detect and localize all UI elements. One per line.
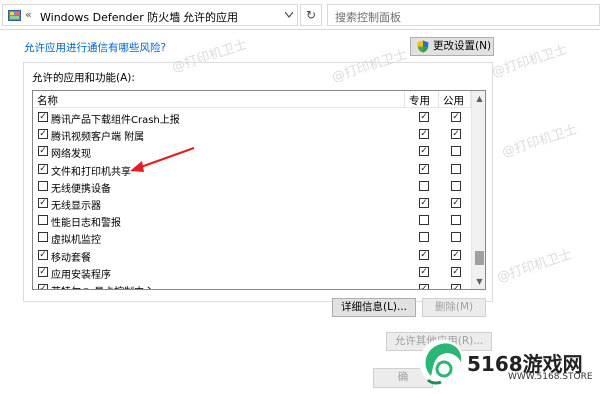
uac-shield-icon xyxy=(417,40,429,53)
site-logo: 5168游戏网 WWW.5168.STORE xyxy=(415,334,600,394)
private-checkbox[interactable]: ✓ xyxy=(419,163,429,174)
breadcrumb-firewall[interactable]: Windows Defender 防火墙 xyxy=(40,9,180,25)
column-header-private[interactable]: 专用 xyxy=(409,93,430,108)
list-item[interactable]: 无线便携设备 xyxy=(33,178,471,195)
list-header: 名称 专用 公用 xyxy=(33,91,471,108)
public-checkbox[interactable]: ✓ xyxy=(451,283,461,289)
public-checkbox[interactable] xyxy=(451,232,461,243)
annotation-arrow-icon xyxy=(130,146,195,172)
public-checkbox[interactable] xyxy=(451,146,461,157)
app-name-label: 无线显示器 xyxy=(51,200,101,212)
column-divider xyxy=(438,91,439,108)
control-panel-icon xyxy=(8,10,21,21)
list-item[interactable]: ✓英特尔® 显卡控制中心✓✓ xyxy=(33,281,471,289)
public-checkbox[interactable]: ✓ xyxy=(451,112,461,122)
allowed-apps-title: 允许的应用和功能(A): xyxy=(32,72,135,84)
private-checkbox[interactable]: ✓ xyxy=(419,112,429,122)
list-item[interactable]: 性能日志和警报 xyxy=(33,212,471,229)
app-name-label: 移动套餐 xyxy=(51,252,91,264)
enable-checkbox[interactable]: ✓ xyxy=(38,146,48,157)
public-checkbox[interactable]: ✓ xyxy=(451,197,461,208)
delete-button[interactable]: 删除(M) xyxy=(422,298,486,317)
private-checkbox[interactable]: ✓ xyxy=(419,129,429,140)
private-checkbox[interactable] xyxy=(419,180,429,191)
enable-checkbox[interactable]: ✓ xyxy=(38,129,48,140)
scroll-down-icon[interactable]: ▼ xyxy=(472,274,485,289)
enable-checkbox[interactable]: ✓ xyxy=(38,163,48,174)
public-checkbox[interactable] xyxy=(451,163,461,174)
list-item[interactable]: ✓ 应用安装程序 ✓ ✓ xyxy=(33,264,471,281)
app-name-label: 腾讯产品下载组件Crash上报 xyxy=(51,115,180,126)
enable-checkbox[interactable]: ✓ xyxy=(38,283,48,289)
app-name-label: 无线便携设备 xyxy=(51,183,111,195)
list-item[interactable]: ✓ 网络发现 ✓ xyxy=(33,143,471,160)
logo-mark-icon xyxy=(419,339,465,385)
address-bar: « Windows Defender 防火墙 › 允许的应用 ↻ 搜索控制面板 xyxy=(0,0,600,30)
details-button[interactable]: 详细信息(L)... xyxy=(332,298,416,317)
list-item[interactable]: ✓ 无线显示器 ✓ ✓ xyxy=(33,195,471,212)
list-item[interactable]: ✓ 腾讯产品下载组件Crash上报 ✓ ✓ xyxy=(33,109,471,126)
private-checkbox[interactable]: ✓ xyxy=(419,266,429,277)
search-placeholder: 搜索控制面板 xyxy=(335,11,401,24)
app-name-label: 腾讯视频客户端 附属 xyxy=(51,132,145,144)
breadcrumb[interactable]: « Windows Defender 防火墙 › 允许的应用 xyxy=(2,4,298,26)
private-checkbox[interactable] xyxy=(419,215,429,226)
private-checkbox[interactable]: ✓ xyxy=(419,197,429,208)
app-name-label: 性能日志和警报 xyxy=(51,218,121,230)
private-checkbox[interactable] xyxy=(419,232,429,243)
app-name-label: 文件和打印机共享 xyxy=(51,166,131,178)
enable-checkbox[interactable] xyxy=(38,180,48,191)
enable-checkbox[interactable]: ✓ xyxy=(38,249,48,260)
enable-checkbox[interactable]: ✓ xyxy=(38,266,48,277)
column-header-name[interactable]: 名称 xyxy=(37,93,58,108)
column-header-public[interactable]: 公用 xyxy=(443,93,464,108)
list-item[interactable]: ✓ 腾讯视频客户端 附属 ✓ ✓ xyxy=(33,126,471,143)
breadcrumb-separator: › xyxy=(170,8,175,21)
allowed-apps-list[interactable]: 名称 专用 公用 ✓ 腾讯产品下载组件Crash上报 ✓ ✓ ✓ 腾讯视频客户端 附属 ✓ ✓… xyxy=(32,90,486,290)
list-item[interactable]: ✓ 移动套餐 ✓ ✓ xyxy=(33,247,471,264)
list-item[interactable]: ✓ 文件和打印机共享 ✓ xyxy=(33,161,471,178)
private-checkbox[interactable]: ✓ xyxy=(419,249,429,260)
back-history-icon[interactable]: « xyxy=(25,8,32,21)
public-checkbox[interactable]: ✓ xyxy=(451,266,461,277)
list-rows: ✓ 腾讯产品下载组件Crash上报 ✓ ✓ ✓ 腾讯视频客户端 附属 ✓ ✓ ✓ 网络发现 ✓ ✓ 文件… xyxy=(33,109,471,289)
watermark: @打印机卫士 xyxy=(495,247,575,286)
change-settings-button[interactable]: 更改设置(N) xyxy=(410,37,494,56)
breadcrumb-allowed-apps[interactable]: 允许的应用 xyxy=(183,9,238,25)
change-settings-label: 更改设置(N) xyxy=(433,40,492,52)
app-name-label: 应用安装程序 xyxy=(51,269,111,281)
public-checkbox[interactable]: ✓ xyxy=(451,249,461,260)
risk-info-link[interactable]: 允许应用进行通信有哪些风险? xyxy=(24,40,166,55)
public-checkbox[interactable]: ✓ xyxy=(451,129,461,140)
watermark: @打印机卫士 xyxy=(500,122,580,161)
logo-url: WWW.5168.STORE xyxy=(508,372,593,382)
search-input[interactable]: 搜索控制面板 xyxy=(327,4,600,26)
private-checkbox[interactable]: ✓ xyxy=(419,283,429,289)
chevron-down-icon[interactable] xyxy=(282,9,296,23)
refresh-icon[interactable]: ↻ xyxy=(300,4,322,26)
scroll-up-icon[interactable]: ▲ xyxy=(472,91,485,106)
column-divider xyxy=(404,91,405,108)
vertical-scrollbar[interactable]: ▲ ▼ xyxy=(471,91,485,289)
watermark: @打印机卫士 xyxy=(490,42,570,81)
scrollbar-thumb[interactable] xyxy=(475,251,484,265)
enable-checkbox[interactable]: ✓ xyxy=(38,112,48,122)
app-name-label: 虚拟机监控 xyxy=(51,235,101,247)
app-name-label: 英特尔® 显卡控制中心 xyxy=(51,283,154,289)
private-checkbox[interactable]: ✓ xyxy=(419,146,429,157)
public-checkbox[interactable] xyxy=(451,180,461,191)
enable-checkbox[interactable]: ✓ xyxy=(38,197,48,208)
public-checkbox[interactable] xyxy=(451,215,461,226)
list-item[interactable]: 虚拟机监控 xyxy=(33,229,471,246)
enable-checkbox[interactable] xyxy=(38,215,48,226)
app-name-label: 网络发现 xyxy=(51,149,91,161)
enable-checkbox[interactable] xyxy=(38,232,48,243)
